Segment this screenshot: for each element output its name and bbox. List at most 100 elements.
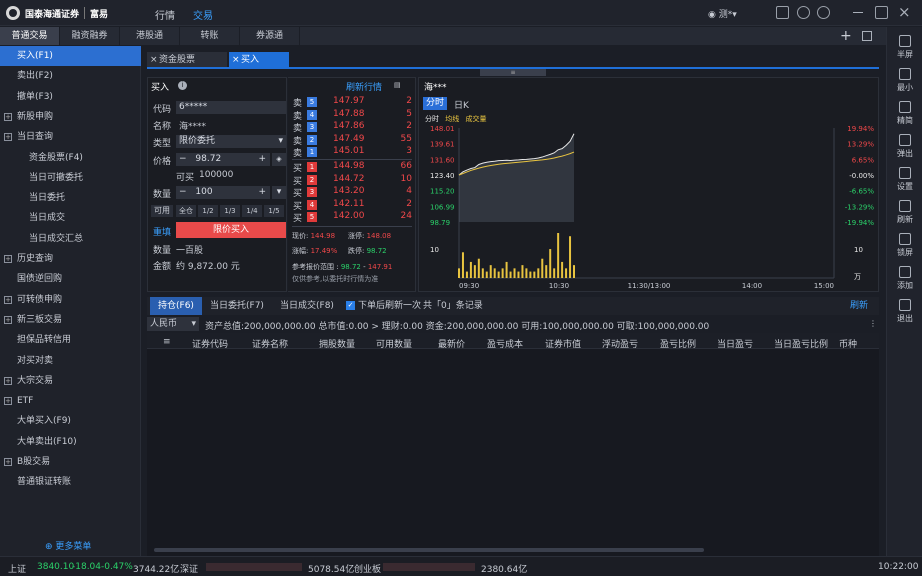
nav-trade[interactable]: 交易	[193, 7, 213, 22]
sidebar-item[interactable]: 当日成交汇总	[0, 229, 141, 249]
sidebar-item[interactable]: + 新股申购	[0, 107, 141, 127]
popout-button[interactable]: 弹出	[887, 134, 922, 159]
refresh-after-order-checkbox[interactable]: ✓	[346, 301, 355, 310]
sidebar-item[interactable]: 资金股票(F4)	[0, 148, 141, 168]
sidebar-item[interactable]: 普通银证转账	[0, 472, 141, 492]
expand-icon[interactable]: +	[4, 295, 12, 304]
exit-button[interactable]: 退出	[887, 299, 922, 324]
refresh-button[interactable]: 刷新	[850, 297, 868, 315]
column-header[interactable]: 浮动盈亏	[602, 337, 638, 350]
toggle-icon[interactable]: ▤	[394, 81, 401, 89]
more-icon[interactable]: ⋮	[869, 319, 877, 328]
sidebar-item[interactable]: 卖出(F2)	[0, 66, 141, 86]
order-level-row[interactable]: 卖 3 147.86 2	[288, 121, 416, 134]
user-menu[interactable]: ◉ 测*▾	[708, 7, 737, 20]
column-header[interactable]: 币种	[839, 337, 857, 350]
column-header[interactable]: 盈亏比例	[660, 337, 696, 350]
sidebar-item[interactable]: 担保品转信用	[0, 330, 141, 350]
close-tab-icon[interactable]: ×	[232, 52, 240, 68]
portion-fifth-button[interactable]: 1/5	[264, 205, 284, 217]
order-level-row[interactable]: 买 3 143.20 4	[288, 186, 416, 199]
tab-transfer[interactable]: 转账	[180, 27, 240, 45]
portion-all-button[interactable]: 全仓	[176, 205, 196, 217]
reset-button[interactable]: 重填	[153, 225, 171, 238]
refresh-button[interactable]: 刷新	[887, 200, 922, 225]
expand-icon[interactable]: +	[4, 376, 12, 385]
minus-icon[interactable]: −	[179, 187, 187, 197]
mail-icon[interactable]	[776, 6, 789, 19]
maximize-icon[interactable]	[875, 6, 888, 19]
column-header[interactable]: 当日盈亏比例	[774, 337, 828, 350]
column-header[interactable]: 拥股数量	[319, 337, 355, 350]
column-header[interactable]: 证券市值	[545, 337, 581, 350]
more-menu-button[interactable]: ⊕ 更多菜单	[45, 539, 91, 552]
order-level-row[interactable]: 买 5 142.00 24	[288, 211, 416, 224]
nav-market[interactable]: 行情	[155, 7, 175, 22]
splitter-handle[interactable]: ≡	[480, 69, 546, 76]
sidebar-item[interactable]: 当日可撤委托	[0, 168, 141, 188]
price-stepper[interactable]: − 98.72 +	[176, 153, 270, 166]
sidebar-item[interactable]: + 历史查询	[0, 249, 141, 269]
sidebar-item[interactable]: 买入(F1)	[0, 46, 141, 66]
column-header[interactable]: 可用数量	[376, 337, 412, 350]
tab-today-orders[interactable]: 当日委托(F7)	[210, 297, 264, 315]
portion-half-button[interactable]: 1/2	[198, 205, 218, 217]
order-level-row[interactable]: 买 2 144.72 10	[288, 174, 416, 187]
portion-third-button[interactable]: 1/3	[220, 205, 240, 217]
currency-select[interactable]: 人民币 ▾	[147, 317, 199, 331]
horizontal-scrollbar[interactable]	[154, 548, 704, 552]
minimize-button[interactable]: 最小	[887, 68, 922, 93]
tab-source[interactable]: 券源通	[240, 27, 300, 45]
expand-icon[interactable]: +	[4, 133, 12, 142]
order-level-row[interactable]: 卖 2 147.49 55	[288, 134, 416, 147]
qty-stepper[interactable]: − 100 +	[176, 186, 270, 199]
column-header[interactable]: 证券代码	[192, 337, 228, 350]
half-screen-button[interactable]: 半屏	[887, 35, 922, 60]
sidebar-item[interactable]: 当日委托	[0, 188, 141, 208]
sidebar-item[interactable]: 撤单(F3)	[0, 87, 141, 107]
order-type-select[interactable]: 限价委托 ▾	[176, 135, 286, 148]
column-header[interactable]: 最新价	[438, 337, 465, 350]
tab-today-trades[interactable]: 当日成交(F8)	[280, 297, 334, 315]
doc-tab-buy[interactable]: × 买入	[229, 52, 289, 68]
column-menu-icon[interactable]: ≡	[163, 337, 171, 347]
sidebar-item[interactable]: + B股交易	[0, 452, 141, 472]
sidebar-item[interactable]: 大单买入(F9)	[0, 411, 141, 431]
plus-icon[interactable]: +	[258, 153, 266, 166]
price-lock-icon[interactable]: ◈	[272, 153, 286, 166]
settings-button[interactable]: 设置	[887, 167, 922, 192]
settings-icon[interactable]	[817, 6, 830, 19]
order-level-row[interactable]: 卖 4 147.88 5	[288, 109, 416, 122]
sidebar-item[interactable]: + ETF	[0, 391, 141, 411]
compact-button[interactable]: 精简	[887, 101, 922, 126]
order-level-row[interactable]: 买 4 142.11 2	[288, 199, 416, 212]
sidebar-item[interactable]: + 新三板交易	[0, 310, 141, 330]
qty-dropdown-icon[interactable]: ▾	[272, 186, 286, 199]
minimize-icon[interactable]	[853, 12, 863, 13]
lock-button[interactable]: 锁屏	[887, 233, 922, 258]
submit-buy-button[interactable]: 限价买入	[176, 222, 286, 238]
column-header[interactable]: 证券名称	[252, 337, 288, 350]
sidebar-item[interactable]: + 当日查询	[0, 127, 141, 147]
expand-icon[interactable]: +	[4, 112, 12, 121]
close-icon[interactable]: ×	[898, 3, 911, 21]
column-header[interactable]: 当日盈亏	[717, 337, 753, 350]
tab-hk-connect[interactable]: 港股通	[120, 27, 180, 45]
code-input[interactable]: 6*****	[176, 101, 286, 114]
notification-icon[interactable]	[797, 6, 810, 19]
close-tab-icon[interactable]: ×	[150, 52, 158, 68]
order-level-row[interactable]: 卖 1 145.01 3	[288, 146, 416, 159]
tab-normal-trade[interactable]: 普通交易	[0, 27, 60, 45]
add-button[interactable]: 添加	[887, 266, 922, 291]
expand-icon[interactable]: +	[4, 315, 12, 324]
order-level-row[interactable]: 卖 5 147.97 2	[288, 96, 416, 109]
doc-tab-funds[interactable]: × 资金股票	[147, 52, 227, 68]
sidebar-item[interactable]: + 大宗交易	[0, 371, 141, 391]
sidebar-item[interactable]: 大单卖出(F10)	[0, 432, 141, 452]
expand-icon[interactable]: +	[4, 397, 12, 406]
layout-icon[interactable]	[862, 31, 872, 41]
tab-positions[interactable]: 持仓(F6)	[150, 297, 202, 315]
plus-icon[interactable]: +	[258, 186, 266, 199]
refresh-quote-button[interactable]: 刷新行情	[346, 80, 382, 93]
sidebar-item[interactable]: 国债逆回购	[0, 269, 141, 289]
